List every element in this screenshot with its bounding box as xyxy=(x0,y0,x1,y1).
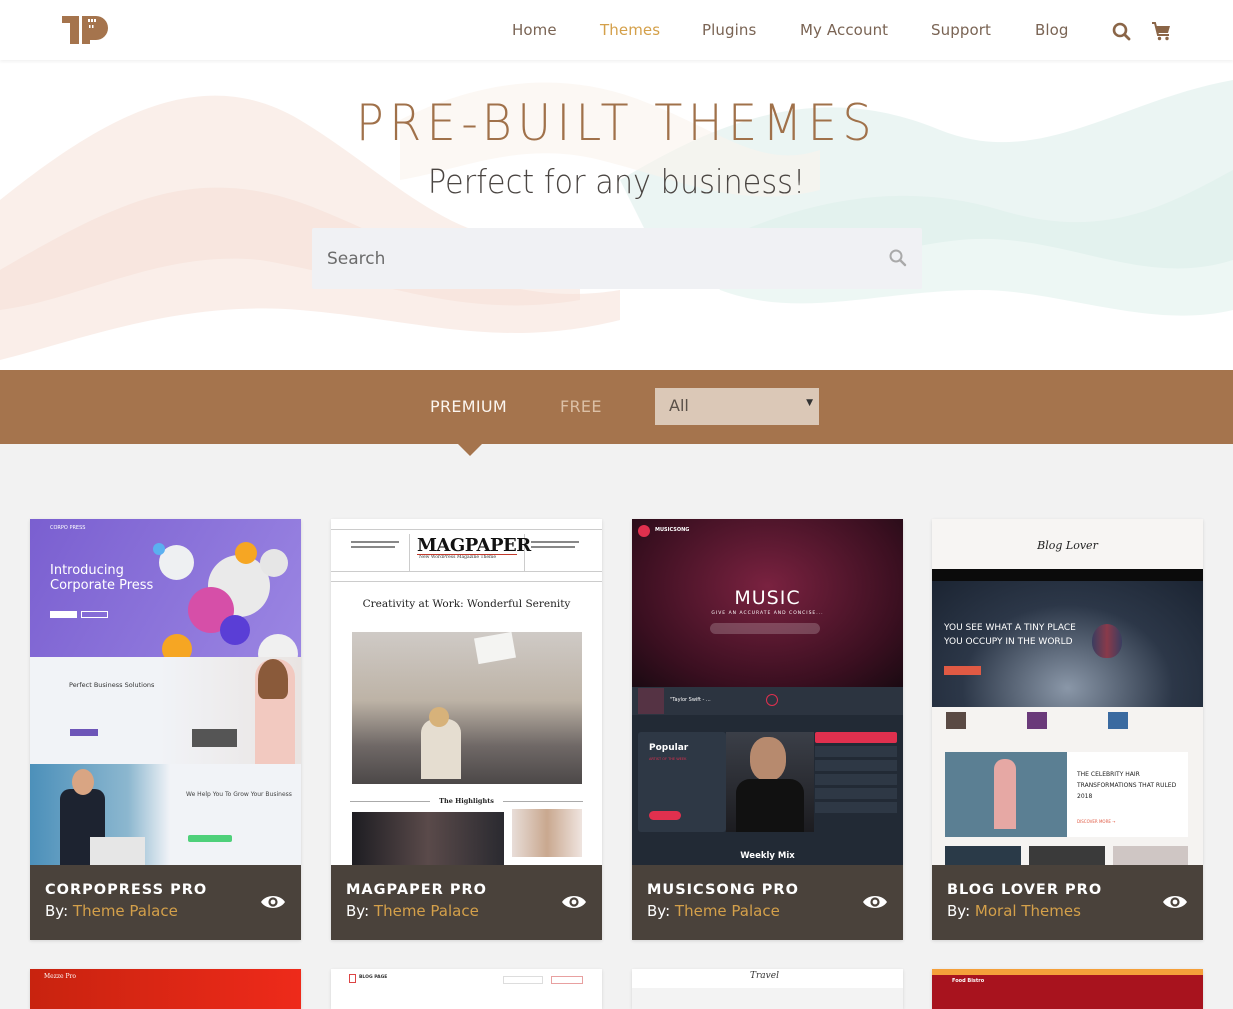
tab-free[interactable]: FREE xyxy=(560,397,602,416)
preview-brand: MUSICSONG xyxy=(655,527,690,533)
nav-themes[interactable]: Themes xyxy=(600,21,660,39)
nav-support[interactable]: Support xyxy=(931,21,991,39)
theme-card[interactable]: BLOG PAGE xyxy=(331,969,602,1009)
preview-headline: Introducing xyxy=(50,563,124,578)
preview-section-sub: ARTIST OF THE WEEK xyxy=(649,757,687,761)
theme-caption: MAGPAPER PRO By: Theme Palace xyxy=(331,865,602,940)
preview-headline: Creativity at Work: Wonderful Serenity xyxy=(362,598,571,610)
preview-brand: Food Bistro xyxy=(952,978,985,984)
preview-section-title: Perfect Business Solutions xyxy=(69,681,155,689)
preview-hero: YOU OCCUPY IN THE WORLD xyxy=(944,637,1073,647)
theme-card[interactable]: CORPO PRESS Introducing Corporate Press … xyxy=(30,519,301,940)
theme-caption: CORPOPRESS PRO By: Theme Palace xyxy=(30,865,301,940)
theme-palace-logo[interactable] xyxy=(62,16,108,44)
theme-author[interactable]: Moral Themes xyxy=(975,902,1081,920)
preview-headline: Corporate Press xyxy=(50,578,154,593)
theme-card[interactable]: MAGPAPER New WordPress Magazine Theme Cr… xyxy=(331,519,602,940)
theme-author[interactable]: Theme Palace xyxy=(374,902,479,920)
theme-card[interactable]: MUSICSONG MUSIC GIVE AN ACCURATE AND CON… xyxy=(632,519,903,940)
theme-name[interactable]: MUSICSONG PRO xyxy=(647,882,799,898)
chevron-down-icon: ▼ xyxy=(806,398,813,408)
eye-icon[interactable] xyxy=(561,893,587,911)
theme-author-line: By: Moral Themes xyxy=(947,902,1081,920)
cart-icon[interactable] xyxy=(1150,20,1172,42)
theme-card[interactable]: Blog Lover YOU SEE WHAT A TINY PLACE YOU… xyxy=(932,519,1203,940)
theme-preview-bloglover[interactable]: Blog Lover YOU SEE WHAT A TINY PLACE YOU… xyxy=(932,519,1203,865)
preview-hero-sub: GIVE AN ACCURATE AND CONCISE... xyxy=(711,611,824,616)
theme-caption: MUSICSONG PRO By: Theme Palace xyxy=(632,865,903,940)
preview-feature-title: TRANSFORMATIONS THAT RULED xyxy=(1077,782,1177,789)
search-icon[interactable] xyxy=(888,248,908,268)
theme-preview-magpaper[interactable]: MAGPAPER New WordPress Magazine Theme Cr… xyxy=(331,519,602,865)
theme-name[interactable]: MAGPAPER PRO xyxy=(346,882,487,898)
by-label: By: xyxy=(45,902,69,920)
search-input[interactable] xyxy=(327,228,867,289)
theme-caption: BLOG LOVER PRO By: Moral Themes xyxy=(932,865,1203,940)
page-title: PRE-BUILT THEMES xyxy=(355,94,878,152)
theme-preview-corpopress[interactable]: CORPO PRESS Introducing Corporate Press … xyxy=(30,519,301,865)
theme-author[interactable]: Theme Palace xyxy=(73,902,178,920)
eye-icon[interactable] xyxy=(260,893,286,911)
preview-cta: DISCOVER MORE → xyxy=(1077,819,1116,824)
site-header: Home Themes Plugins My Account Support B… xyxy=(0,0,1233,60)
theme-preview-musicsong[interactable]: MUSICSONG MUSIC GIVE AN ACCURATE AND CON… xyxy=(632,519,903,865)
preview-feature-title: THE CELEBRITY HAIR xyxy=(1077,771,1140,778)
preview-now-playing: "Taylor Swift - ... xyxy=(670,697,711,703)
tab-premium[interactable]: PREMIUM xyxy=(430,397,507,416)
eye-icon[interactable] xyxy=(862,893,888,911)
nav-home[interactable]: Home xyxy=(512,21,557,39)
theme-name[interactable]: CORPOPRESS PRO xyxy=(45,882,207,898)
theme-search xyxy=(312,228,922,289)
preview-hero: MUSIC xyxy=(734,587,801,609)
nav-plugins[interactable]: Plugins xyxy=(702,21,756,39)
preview-brand: Mezze Pro xyxy=(44,973,76,980)
category-select-value: All xyxy=(669,396,689,415)
preview-brand: CORPO PRESS xyxy=(50,525,86,531)
preview-tagline: New WordPress Magazine Theme xyxy=(419,555,496,560)
preview-brand: Travel xyxy=(750,971,779,981)
theme-card[interactable]: Food Bistro xyxy=(932,969,1203,1009)
search-icon[interactable] xyxy=(1111,20,1133,42)
preview-brand: Blog Lover xyxy=(1037,539,1098,552)
preview-masthead: MAGPAPER xyxy=(417,535,531,556)
theme-filter-bar: PREMIUM FREE All ▼ xyxy=(0,370,1233,444)
preview-section-title: Popular xyxy=(649,743,689,753)
preview-hero: YOU SEE WHAT A TINY PLACE xyxy=(944,623,1076,633)
theme-card[interactable]: Travel xyxy=(632,969,903,1009)
nav-my-account[interactable]: My Account xyxy=(800,21,888,39)
preview-feature-title: 2018 xyxy=(1077,793,1093,800)
preview-section-title: Weekly Mix xyxy=(740,851,795,861)
by-label: By: xyxy=(346,902,370,920)
theme-author-line: By: Theme Palace xyxy=(346,902,479,920)
by-label: By: xyxy=(647,902,671,920)
hero-section: PRE-BUILT THEMES Perfect for any busines… xyxy=(0,60,1233,370)
active-tab-indicator xyxy=(458,444,482,456)
preview-section-title: We Help You To Grow Your Business xyxy=(186,791,292,798)
theme-author-line: By: Theme Palace xyxy=(45,902,178,920)
category-select[interactable]: All ▼ xyxy=(655,388,819,425)
eye-icon[interactable] xyxy=(1162,893,1188,911)
theme-card[interactable]: Mezze Pro xyxy=(30,969,301,1009)
by-label: By: xyxy=(947,902,971,920)
page-subtitle: Perfect for any business! xyxy=(427,162,806,201)
nav-blog[interactable]: Blog xyxy=(1035,21,1069,39)
theme-name[interactable]: BLOG LOVER PRO xyxy=(947,882,1102,898)
theme-author-line: By: Theme Palace xyxy=(647,902,780,920)
theme-author[interactable]: Theme Palace xyxy=(675,902,780,920)
preview-brand: BLOG PAGE xyxy=(359,975,388,980)
